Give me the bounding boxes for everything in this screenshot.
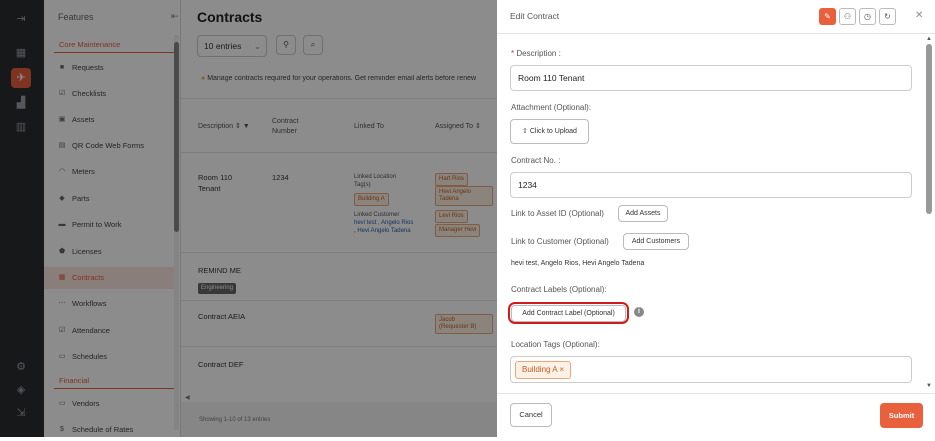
linked-customers-text: hevi test, Angelo Rios, Hevi Angelo Tade… <box>511 260 645 267</box>
panel-scroll-thumb[interactable] <box>926 44 932 214</box>
scroll-down-icon[interactable]: ▼ <box>926 383 932 389</box>
required-marker: * <box>511 49 515 58</box>
divider <box>497 33 935 34</box>
asset-link-label: Link to Asset ID (Optional) <box>511 209 604 218</box>
history-icon: ◷ <box>864 12 871 21</box>
contract-labels-label: Contract Labels (Optional): <box>511 285 607 294</box>
location-tags-label: Location Tags (Optional): <box>511 340 600 349</box>
add-assets-button[interactable]: Add Assets <box>618 205 668 222</box>
refresh-button[interactable]: ↻ <box>879 8 896 25</box>
description-label-text: Description : <box>516 49 561 58</box>
history-button[interactable]: ◷ <box>859 8 876 25</box>
edit-mode-button[interactable]: ✎ <box>819 8 836 25</box>
modal-backdrop[interactable] <box>0 0 497 437</box>
location-chip-label: Building A <box>522 365 558 374</box>
customer-link-label: Link to Customer (Optional) <box>511 237 609 246</box>
description-label: * Description : <box>511 49 561 58</box>
users-button[interactable]: ⚇ <box>839 8 856 25</box>
description-field[interactable]: Room 110 Tenant <box>510 65 912 91</box>
pencil-icon: ✎ <box>824 12 831 21</box>
divider <box>497 393 935 394</box>
highlight-annotation <box>508 302 629 324</box>
upload-button[interactable]: ⇧ Click to Upload <box>510 119 589 144</box>
scroll-up-icon[interactable]: ▲ <box>926 36 932 42</box>
attachment-label: Attachment (Optional): <box>511 103 592 112</box>
info-icon[interactable]: i <box>634 307 644 317</box>
remove-chip-icon[interactable]: × <box>559 365 564 374</box>
close-icon[interactable]: ✕ <box>915 10 923 21</box>
location-chip[interactable]: Building A × <box>515 361 572 379</box>
add-customers-button[interactable]: Add Customers <box>623 233 689 250</box>
contract-no-field[interactable]: 1234 <box>510 172 912 198</box>
edit-contract-panel: Edit Contract ✎ ⚇ ◷ ↻ ✕ * Description : … <box>497 0 935 437</box>
users-icon: ⚇ <box>843 12 852 21</box>
panel-title: Edit Contract <box>510 11 560 21</box>
upload-icon: ⇧ <box>522 128 528 135</box>
upload-label: Click to Upload <box>529 128 577 135</box>
contract-no-label: Contract No. : <box>511 156 561 165</box>
cancel-button[interactable]: Cancel <box>510 403 552 427</box>
submit-button[interactable]: Submit <box>880 403 923 428</box>
refresh-icon: ↻ <box>884 12 891 21</box>
